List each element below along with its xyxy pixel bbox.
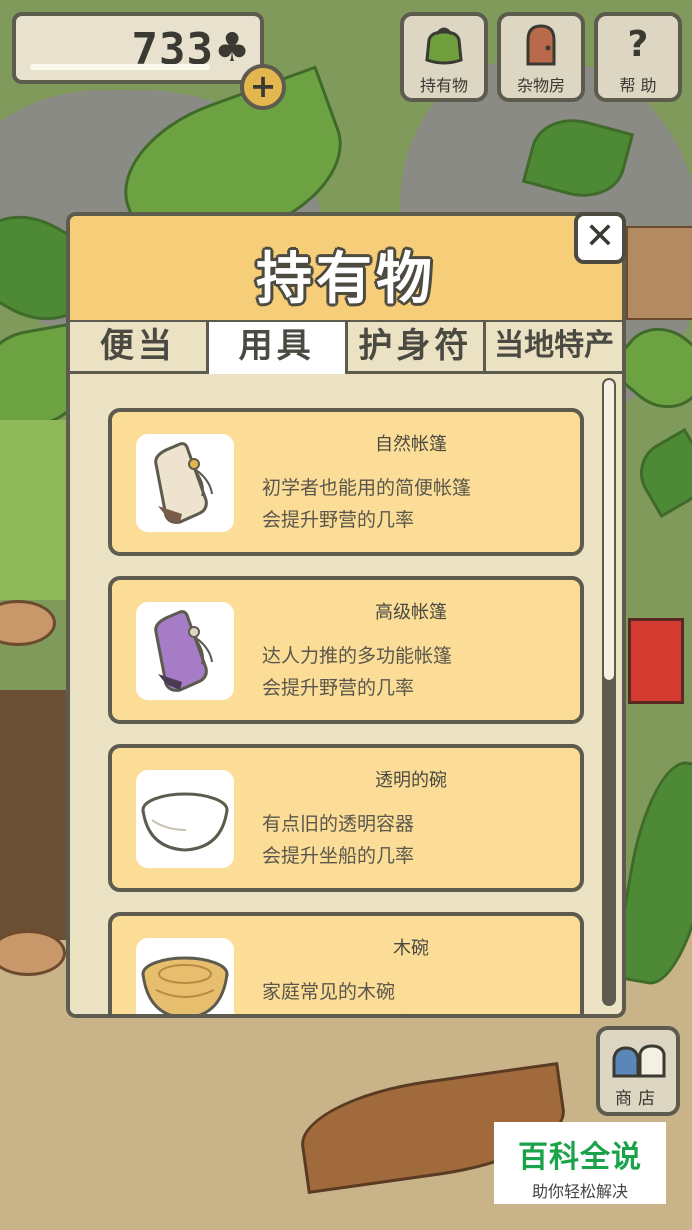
scrollbar-thumb[interactable] <box>604 380 614 680</box>
panel-title: 持有物 <box>256 247 436 312</box>
item-list[interactable]: 自然帐篷 初学者也能用的简便帐篷 会提升野营的几率 高级帐篷 达人力推的多功能帐… <box>70 374 622 1014</box>
grass <box>0 420 66 600</box>
soil-patch <box>0 690 66 940</box>
item-thumbnail <box>136 770 234 868</box>
item-thumbnail <box>136 434 234 532</box>
item-thumbnail <box>136 602 234 700</box>
clover-bar <box>30 64 210 70</box>
question-icon: ? <box>627 24 649 65</box>
tab-local-specialties[interactable]: 当地特产 <box>486 322 622 374</box>
list-item[interactable]: 高级帐篷 达人力推的多功能帐篷 会提升野营的几率 <box>108 576 584 724</box>
help-button-label: 帮 助 <box>619 76 657 95</box>
panel-header: 持有物 <box>70 216 622 323</box>
inventory-button[interactable]: 持有物 <box>400 12 488 102</box>
scrollbar[interactable] <box>602 378 616 1006</box>
item-description: 初学者也能用的简便帐篷 会提升野营的几率 <box>262 477 472 531</box>
category-tabs: 便当 用具 护身符 当地特产 <box>70 322 622 374</box>
leaf <box>627 427 692 519</box>
fence <box>626 226 692 320</box>
list-item[interactable]: 木碗 家庭常见的木碗 会提升坐船的几率 <box>108 912 584 1014</box>
stump <box>0 600 56 646</box>
item-name: 透明的碗 <box>375 770 447 791</box>
help-button[interactable]: ? 帮 助 <box>594 12 682 102</box>
clover-counter: 733 ♣ <box>12 12 264 84</box>
inventory-button-label: 持有物 <box>419 76 468 95</box>
item-description: 有点旧的透明容器 会提升坐船的几率 <box>262 813 415 867</box>
watermark: 百科全说 助你轻松解决 <box>494 1122 666 1204</box>
shop-bags-icon <box>600 1038 676 1082</box>
watermark-subtitle: 助你轻松解决 <box>531 1182 628 1201</box>
tab-tools[interactable]: 用具 <box>208 322 348 374</box>
list-item[interactable]: 自然帐篷 初学者也能用的简便帐篷 会提升野营的几率 <box>108 408 584 556</box>
door-icon <box>518 22 564 68</box>
item-name: 高级帐篷 <box>375 602 447 623</box>
watermark-title: 百科全说 <box>518 1140 642 1175</box>
item-description: 达人力推的多功能帐篷 会提升野营的几率 <box>262 645 453 699</box>
clover-icon: ♣ <box>214 25 250 71</box>
add-clover-button[interactable]: + <box>240 64 286 110</box>
storage-room-button-label: 杂物房 <box>516 76 565 95</box>
tab-charms[interactable]: 护身符 <box>347 322 487 374</box>
item-name: 自然帐篷 <box>375 434 447 455</box>
item-description: 家庭常见的木碗 会提升坐船的几率 <box>262 981 414 1014</box>
item-name: 木碗 <box>393 938 429 959</box>
close-button[interactable]: ✕ <box>574 212 626 264</box>
storage-room-button[interactable]: 杂物房 <box>497 12 585 102</box>
inventory-panel: 持有物 便当 用具 护身符 当地特产 自然帐篷 初学者也能用的简便帐篷 会提升野… <box>66 212 626 1018</box>
mailbox <box>628 618 684 704</box>
shop-button[interactable]: 商店 <box>596 1026 680 1116</box>
tent-bag-icon <box>154 442 213 524</box>
tab-bento[interactable]: 便当 <box>70 322 209 374</box>
bowl-icon <box>141 792 229 852</box>
bag-icon <box>421 22 467 68</box>
wood-bowl-icon <box>141 956 229 1014</box>
tent-bag-icon <box>154 610 213 692</box>
list-item[interactable]: 透明的碗 有点旧的透明容器 会提升坐船的几率 <box>108 744 584 892</box>
shop-label: 商店 <box>615 1089 661 1109</box>
item-thumbnail <box>136 938 234 1014</box>
